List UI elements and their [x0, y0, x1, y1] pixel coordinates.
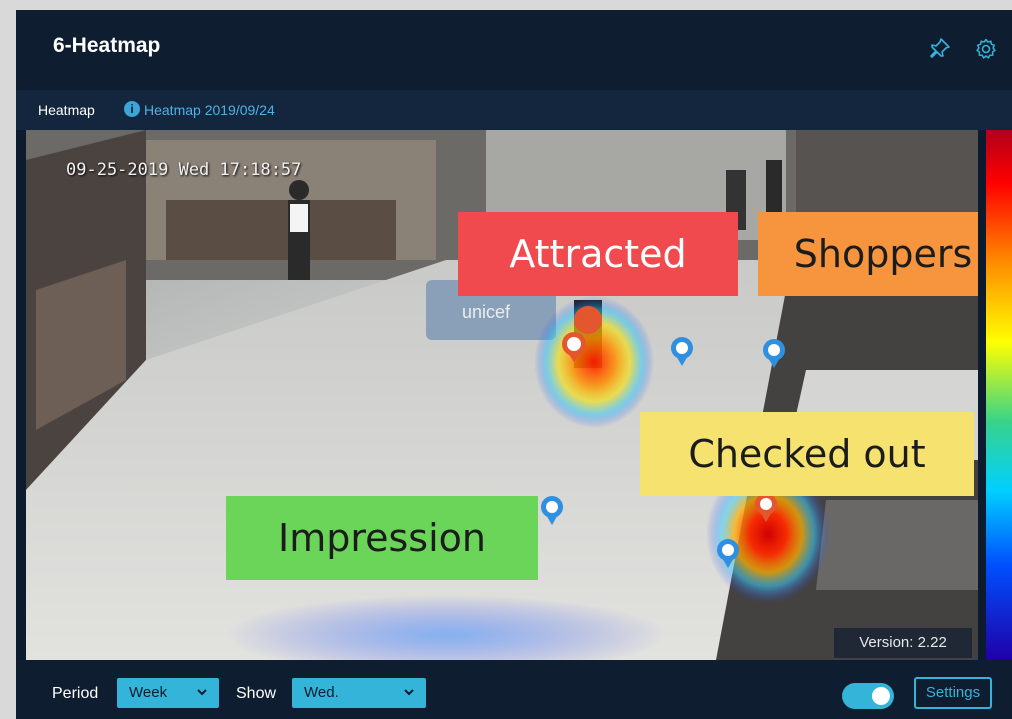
period-select[interactable]: Week: [117, 678, 219, 708]
gear-icon[interactable]: [974, 37, 998, 61]
attracted-label: Attracted: [458, 212, 738, 296]
widget-title: 6-Heatmap: [53, 34, 161, 57]
widget-header: 6-Heatmap: [16, 10, 1012, 90]
heatmap-label: Heatmap: [38, 102, 95, 118]
widget-footer: Period Week Show Wed. Settings: [16, 660, 1012, 719]
chevron-down-icon: [197, 689, 207, 696]
settings-button[interactable]: Settings: [914, 677, 992, 709]
heatmap-subheader: Heatmap i Heatmap 2019/09/24: [16, 90, 1012, 130]
heatmap-widget: 6-Heatmap Heatmap i Heatmap 2019/09/24 u…: [16, 10, 1012, 719]
checked-out-label: Checked out: [640, 412, 974, 496]
shoppers-label: Shoppers: [758, 212, 978, 296]
heatmap-color-scale: [986, 130, 1012, 660]
camera-heatmap-view: unicef 09-25-2019 Wed 17:18:57 Attracted…: [26, 130, 978, 660]
show-select[interactable]: Wed.: [292, 678, 426, 708]
heatmap-toggle[interactable]: [842, 683, 894, 709]
unicef-sign: unicef: [462, 302, 511, 322]
chevron-down-icon: [404, 689, 414, 696]
pin-icon[interactable]: [928, 37, 952, 61]
heatmap-date: Heatmap 2019/09/24: [144, 102, 275, 118]
show-label: Show: [236, 685, 277, 702]
toggle-knob: [872, 687, 890, 705]
period-value: Week: [129, 684, 168, 701]
store-scene: unicef: [26, 130, 978, 660]
version-badge: Version: 2.22: [834, 628, 972, 658]
info-icon[interactable]: i: [124, 101, 140, 117]
period-label: Period: [52, 685, 99, 702]
impression-label: Impression: [226, 496, 538, 580]
camera-timestamp: 09-25-2019 Wed 17:18:57: [66, 160, 302, 180]
show-value: Wed.: [304, 684, 339, 701]
